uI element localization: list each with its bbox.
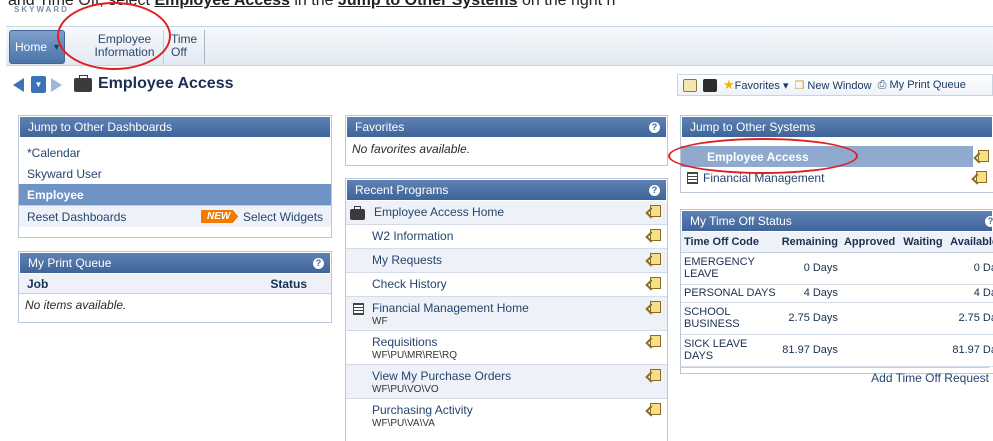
favorites-menu[interactable]: ★Favorites ▾	[723, 77, 788, 93]
favorites-panel: Favorites? No favorites available.	[345, 115, 668, 166]
dashboards-panel: Jump to Other Dashboards *Calendar Skywa…	[18, 115, 332, 238]
recent-program-row[interactable]: Check History	[346, 273, 667, 297]
favorites-empty: No favorites available.	[352, 142, 471, 156]
help-icon[interactable]: ?	[649, 122, 660, 133]
instruction-target-screen: Employee Access	[154, 0, 290, 9]
help-icon[interactable]: ?	[649, 185, 660, 196]
new-window-icon[interactable]	[650, 403, 661, 415]
chevron-down-icon[interactable]: ▼	[52, 42, 61, 52]
nav-tab-employee-information[interactable]: Employee Information	[86, 30, 164, 64]
screenshot: and Time Off, select Employee Access in …	[0, 0, 993, 441]
table-row: PERSONAL DAYS 4 Days 4 Days	[681, 284, 993, 303]
print-queue-empty: No items available.	[25, 298, 127, 312]
page-title: Employee Access	[98, 75, 234, 92]
time-off-panel: My Time Off Status? Time Off Code Remain…	[680, 209, 993, 385]
reset-dashboards-link[interactable]: Reset Dashboards	[27, 210, 126, 224]
new-badge: NEW	[201, 210, 239, 223]
dashboards-header: Jump to Other Dashboards	[19, 116, 331, 138]
main-nav-bar: Home ▼ Employee Information Time Off	[6, 26, 993, 66]
printer-icon: ⎙	[877, 78, 887, 91]
recent-programs-header: Recent Programs?	[346, 179, 667, 201]
recent-program-row[interactable]: Employee Access Home	[346, 201, 667, 225]
time-off-header-row: Time Off Code Remaining Approved Waiting…	[681, 232, 993, 253]
instruction-target-panel: Jump to Other Systems	[337, 0, 518, 9]
recent-program-row[interactable]: Requisitions WF\PU\MR\RE\RQ	[346, 331, 667, 365]
time-off-table: Time Off Code Remaining Approved Waiting…	[681, 232, 993, 367]
print-queue-button[interactable]: ⎙ My Print Queue	[878, 79, 966, 92]
time-off-header: My Time Off Status?	[681, 210, 993, 232]
print-queue-columns: Job Status	[19, 274, 331, 294]
instruction-text: and Time Off, select Employee Access in …	[8, 0, 615, 10]
recent-programs-panel: Recent Programs? Employee Access Home W2…	[345, 178, 668, 441]
star-icon: ★	[723, 77, 735, 92]
table-row: SCHOOL BUSINESS 2.75 Days 2.75 Days	[681, 302, 993, 335]
new-window-icon[interactable]	[650, 335, 661, 347]
print-queue-header: My Print Queue?	[19, 252, 331, 274]
calculator-icon	[353, 303, 364, 315]
new-window-icon[interactable]	[978, 150, 989, 162]
system-item-employee-access[interactable]: Employee Access	[681, 146, 989, 240]
table-row: SICK LEAVE DAYS 81.97 Days 81.97 Days	[681, 334, 993, 367]
recent-program-row[interactable]: View My Purchase Orders WF\PU\VO\VO	[346, 365, 667, 399]
toolbar: ★Favorites ▾ ❐ New Window ⎙ My Print Que…	[677, 74, 993, 96]
dashboard-item-employee[interactable]: Employee	[19, 184, 331, 205]
briefcase-icon	[74, 75, 92, 92]
calculator-icon	[687, 171, 698, 184]
systems-header: Jump to Other Systems	[681, 116, 993, 138]
help-icon[interactable]: ?	[313, 258, 324, 269]
new-window-icon[interactable]	[650, 205, 661, 217]
select-widgets-link[interactable]: Select Widgets	[243, 210, 323, 224]
favorites-header: Favorites?	[346, 116, 667, 138]
new-window-icon[interactable]	[650, 369, 661, 381]
system-item-financial-management[interactable]: Financial Management	[681, 167, 993, 188]
briefcase-icon	[350, 206, 365, 220]
print-queue-panel: My Print Queue? Job Status No items avai…	[18, 251, 332, 323]
table-row: EMERGENCY LEAVE 0 Days 0 Days	[681, 252, 993, 285]
notepad-icon[interactable]	[683, 78, 697, 92]
history-dropdown-icon[interactable]: ▼	[31, 76, 46, 93]
forward-arrow-icon[interactable]	[51, 78, 62, 92]
dashboard-item-calendar[interactable]: *Calendar	[19, 142, 331, 163]
help-icon[interactable]: ?	[985, 216, 993, 227]
new-window-icon[interactable]	[650, 229, 661, 241]
dashboard-item-skyward-user[interactable]: Skyward User	[19, 163, 331, 184]
add-time-off-request-link[interactable]: Add Time Off Request	[681, 366, 989, 388]
new-window-icon[interactable]	[650, 277, 661, 289]
skyward-logo: SKYWARD	[14, 5, 69, 14]
recent-program-row[interactable]: Purchasing Activity WF\PU\VA\VA	[346, 399, 667, 433]
recent-program-row[interactable]: W2 Information	[346, 225, 667, 249]
back-arrow-icon[interactable]	[13, 78, 24, 92]
systems-panel: Jump to Other Systems Employee Access Fi…	[680, 115, 993, 240]
camera-icon[interactable]	[703, 78, 717, 92]
new-window-button[interactable]: ❐ New Window	[794, 79, 871, 92]
home-button[interactable]: Home ▼	[9, 30, 65, 64]
dashboards-footer: Reset Dashboards NEW Select Widgets	[19, 205, 331, 227]
new-window-icon: ❐	[794, 79, 805, 92]
new-window-icon[interactable]	[976, 171, 987, 183]
new-window-icon[interactable]	[650, 301, 661, 313]
recent-program-row[interactable]: Financial Management Home WF	[346, 297, 667, 331]
new-window-icon[interactable]	[650, 253, 661, 265]
recent-program-row[interactable]: My Requests	[346, 249, 667, 273]
nav-tab-time-off[interactable]: Time Off	[171, 30, 205, 64]
